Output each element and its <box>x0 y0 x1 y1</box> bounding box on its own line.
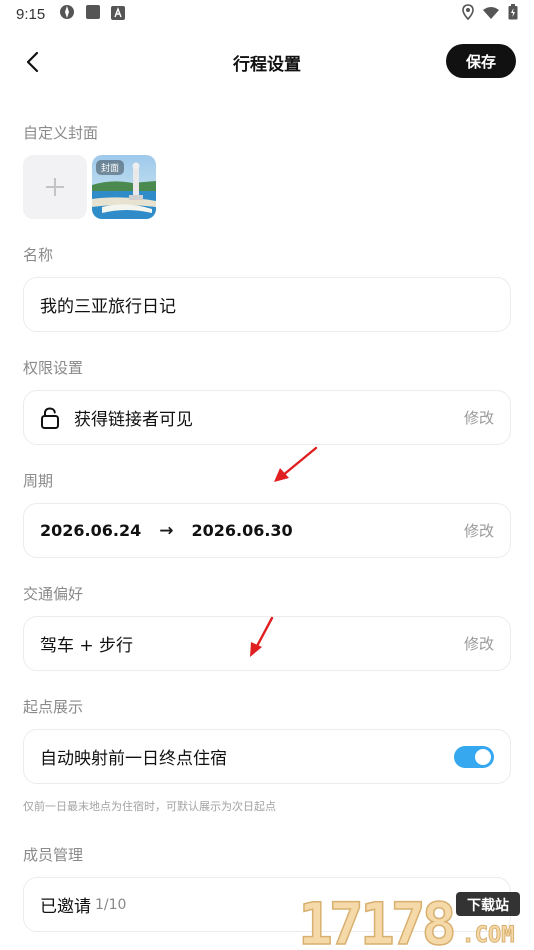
period-field[interactable]: 2026.06.24 → 2026.06.30 修改 <box>23 503 511 558</box>
transport-label: 交通偏好 <box>23 585 84 603</box>
annotation-arrow-icon <box>250 616 274 657</box>
transport-edit-button[interactable]: 修改 <box>464 633 494 654</box>
name-value: 我的三亚旅行日记 <box>40 297 176 317</box>
battery-icon <box>508 4 518 24</box>
location-icon <box>462 4 474 24</box>
wifi-icon <box>482 5 500 24</box>
period-start: 2026.06.24 <box>40 521 142 540</box>
permission-edit-button[interactable]: 修改 <box>464 407 494 428</box>
period-label: 周期 <box>23 472 54 490</box>
annotation-arrow-icon <box>274 446 318 482</box>
status-time: 9:15 <box>16 5 46 23</box>
save-button[interactable]: 保存 <box>446 44 516 78</box>
svg-text:17178: 17178 <box>298 890 454 950</box>
period-edit-button[interactable]: 修改 <box>464 520 494 541</box>
start-point-hint: 仅前一日最末地点为住宿时，可默认展示为次日起点 <box>23 800 276 813</box>
members-count: 1/10 <box>95 896 127 913</box>
svg-text:.COM: .COM <box>462 923 515 948</box>
start-point-label: 起点展示 <box>23 698 84 716</box>
svg-text:下载站: 下载站 <box>467 897 509 914</box>
watermark-logo: 17178 下载站 .COM <box>296 888 526 950</box>
right-arrow-icon: → <box>159 520 174 541</box>
members-value: 已邀请 <box>40 897 91 917</box>
period-end: 2026.06.30 <box>191 521 293 540</box>
a-notification-icon <box>111 5 126 24</box>
permission-field[interactable]: 获得链接者可见 修改 <box>23 390 511 445</box>
cover-label: 自定义封面 <box>23 124 99 142</box>
cover-thumbnail[interactable]: 封面 <box>92 155 156 219</box>
name-label: 名称 <box>23 246 54 264</box>
plus-icon <box>46 178 64 196</box>
start-point-value: 自动映射前一日终点住宿 <box>40 749 227 769</box>
add-cover-button[interactable] <box>23 155 87 219</box>
name-field[interactable]: 我的三亚旅行日记 <box>23 277 511 332</box>
permission-label: 权限设置 <box>23 359 84 377</box>
status-bar: 9:15 <box>0 0 534 28</box>
members-label: 成员管理 <box>23 846 84 864</box>
start-point-field: 自动映射前一日终点住宿 <box>23 729 511 784</box>
header: 行程设置 保存 <box>0 40 534 84</box>
transport-value: 驾车 + 步行 <box>40 636 134 656</box>
unlock-icon <box>40 406 62 429</box>
square-notification-icon <box>85 4 101 24</box>
cover-tag: 封面 <box>96 160 125 175</box>
toggle-knob <box>475 748 491 765</box>
permission-value: 获得链接者可见 <box>74 410 193 430</box>
start-point-toggle[interactable] <box>454 745 494 768</box>
cover-row: 封面 <box>23 155 156 219</box>
app-notification-icon <box>59 4 75 24</box>
